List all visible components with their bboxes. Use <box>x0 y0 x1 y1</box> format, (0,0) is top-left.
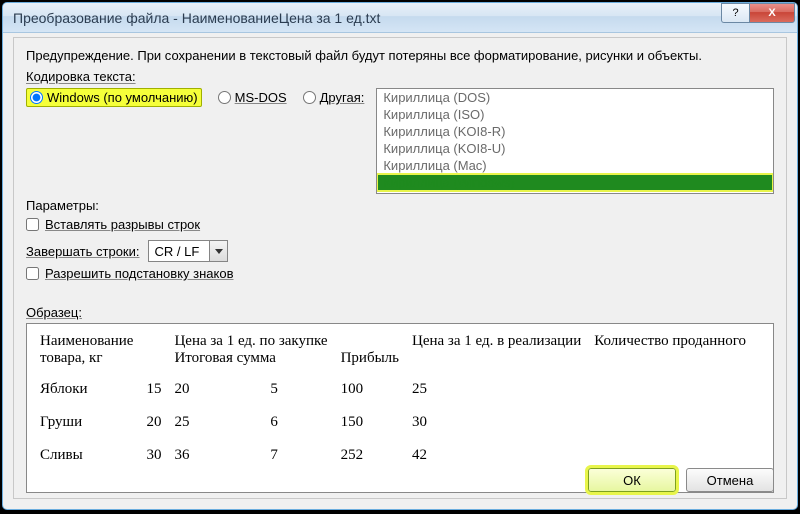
radio-other-input[interactable] <box>303 91 316 104</box>
sample-table: Наименованиетовара, кг Цена за 1 ед. по … <box>37 330 756 472</box>
encoding-label: Кодировка текста: <box>26 69 774 84</box>
table-row: Груши20 256 15030 <box>37 406 756 439</box>
line-ending-label: Завершать строки: <box>26 244 140 259</box>
dialog-window: Преобразование файла - НаименованиеЦена … <box>2 2 798 510</box>
window-title: Преобразование файла - НаименованиеЦена … <box>13 10 721 26</box>
encoding-row: Windows (по умолчанию) MS-DOS Другая: Ки… <box>26 88 774 194</box>
col-header: Цена за 1 ед. в реализации <box>409 330 591 373</box>
encoding-option[interactable]: Кириллица (Mac) <box>377 157 773 174</box>
checkbox-insert-breaks-input[interactable] <box>26 218 39 231</box>
col-header: Количество проданного <box>591 330 756 373</box>
help-button[interactable]: ? <box>721 3 749 23</box>
encoding-option[interactable]: Кириллица (KOI8-U) <box>377 140 773 157</box>
warning-text: Предупреждение. При сохранении в текстов… <box>26 48 774 63</box>
encoding-option[interactable]: Кириллица (DOS) <box>377 89 773 106</box>
encoding-radios: Windows (по умолчанию) MS-DOS Другая: <box>26 88 364 107</box>
radio-msdos[interactable]: MS-DOS <box>218 90 287 105</box>
dialog-content: Предупреждение. При сохранении в текстов… <box>13 37 787 499</box>
params-label: Параметры: <box>26 198 774 213</box>
line-ending-dropdown-button[interactable] <box>209 241 227 261</box>
radio-other[interactable]: Другая: <box>303 90 365 105</box>
table-row: Яблоки15 205 10025 <box>37 373 756 406</box>
radio-other-label: Другая: <box>320 90 365 105</box>
col-header: Наименованиетовара, кг <box>37 330 143 373</box>
table-header-row: Наименованиетовара, кг Цена за 1 ед. по … <box>37 330 756 373</box>
dialog-buttons: ОК Отмена <box>588 468 774 492</box>
cancel-button[interactable]: Отмена <box>686 468 774 492</box>
checkbox-allow-subst[interactable]: Разрешить подстановку знаков <box>26 266 774 281</box>
radio-windows-label: Windows (по умолчанию) <box>47 90 198 105</box>
checkbox-allow-subst-label: Разрешить подстановку знаков <box>45 266 233 281</box>
line-ending-row: Завершать строки: CR / LF <box>26 240 774 262</box>
encoding-option-selected[interactable]: Кириллица (Windows) <box>377 174 773 191</box>
radio-windows[interactable]: Windows (по умолчанию) <box>26 88 202 107</box>
col-header: Прибыль <box>338 330 409 373</box>
encoding-option[interactable]: Кириллица (KOI8-R) <box>377 123 773 140</box>
radio-msdos-input[interactable] <box>218 91 231 104</box>
window-buttons: ? X <box>721 3 795 32</box>
checkbox-allow-subst-input[interactable] <box>26 267 39 280</box>
radio-windows-input[interactable] <box>30 91 43 104</box>
checkbox-insert-breaks[interactable]: Вставлять разрывы строк <box>26 217 774 232</box>
ok-button[interactable]: ОК <box>588 468 676 492</box>
radio-msdos-label: MS-DOS <box>235 90 287 105</box>
close-button[interactable]: X <box>749 3 795 23</box>
sample-label: Образец: <box>26 305 774 320</box>
col-header: Цена за 1 ед. по закупкеИтоговая сумма <box>171 330 337 373</box>
line-ending-select[interactable]: CR / LF <box>148 240 229 262</box>
encoding-listbox[interactable]: Кириллица (DOS) Кириллица (ISO) Кириллиц… <box>376 88 774 194</box>
encoding-option[interactable]: Кириллица (ISO) <box>377 106 773 123</box>
line-ending-value: CR / LF <box>149 244 210 259</box>
chevron-down-icon <box>215 249 223 254</box>
checkbox-insert-breaks-label: Вставлять разрывы строк <box>45 217 200 232</box>
titlebar: Преобразование файла - НаименованиеЦена … <box>3 3 797 33</box>
